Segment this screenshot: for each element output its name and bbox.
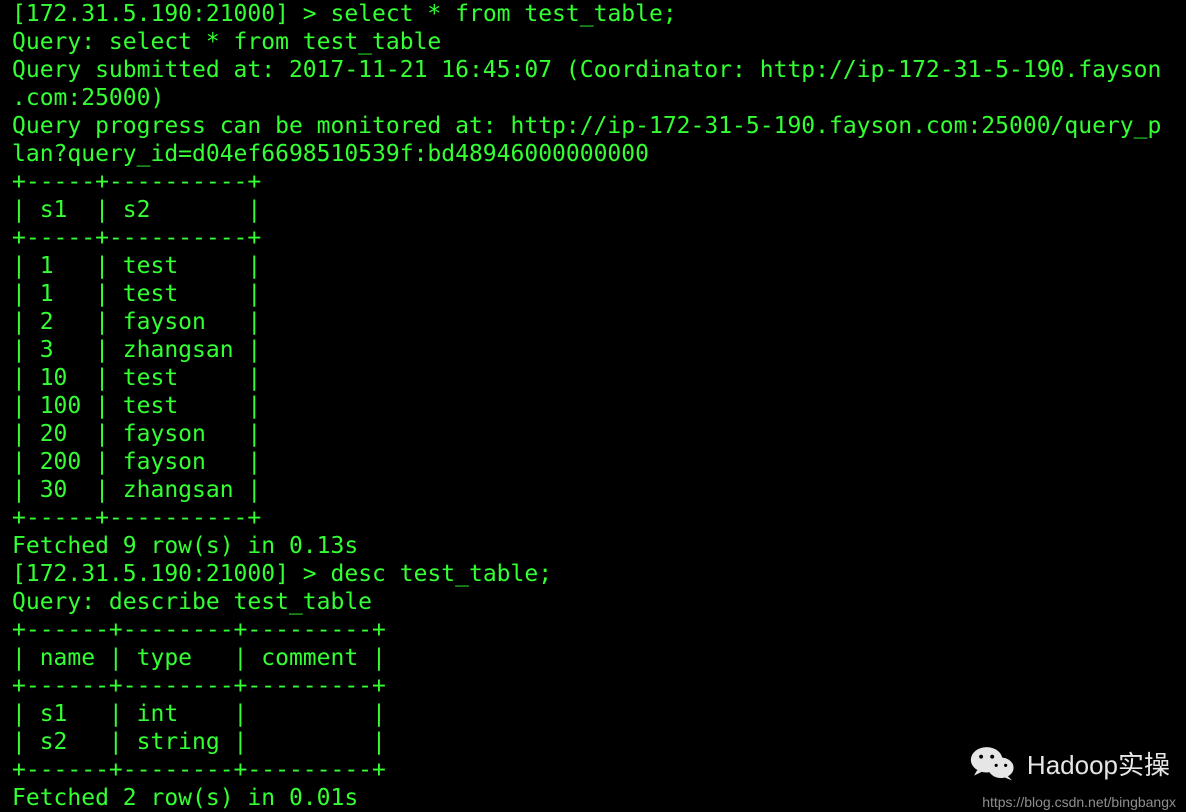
wechat-icon bbox=[969, 744, 1017, 782]
query-echo-1: Query: select * from test_table bbox=[12, 29, 441, 55]
command-2: desc test_table; bbox=[331, 561, 553, 587]
fetched-1: Fetched 9 row(s) in 0.13s bbox=[12, 533, 358, 559]
table2-border-bot: +------+--------+---------+ bbox=[12, 757, 386, 783]
query-submitted-1: Query submitted at: 2017-11-21 16:45:07 … bbox=[12, 57, 1161, 111]
table1-header: | s1 | s2 | bbox=[12, 197, 261, 223]
table1-border-top: +-----+----------+ bbox=[12, 169, 261, 195]
query-echo-2: Query: describe test_table bbox=[12, 589, 372, 615]
table2-header: | name | type | comment | bbox=[12, 645, 386, 671]
terminal-output[interactable]: [172.31.5.190:21000] > select * from tes… bbox=[0, 0, 1186, 812]
table1-rows: | 1 | test | | 1 | test | | 2 | fayson |… bbox=[12, 253, 261, 503]
watermark: Hadoop实操 bbox=[969, 744, 1170, 782]
prompt-sep: > bbox=[289, 1, 331, 27]
table1-border-bot: +-----+----------+ bbox=[12, 505, 261, 531]
table1-border-mid: +-----+----------+ bbox=[12, 225, 261, 251]
table2-border-mid: +------+--------+---------+ bbox=[12, 673, 386, 699]
prompt-host-2: [172.31.5.190:21000] bbox=[12, 561, 289, 587]
table2-rows: | s1 | int | | | s2 | string | | bbox=[12, 701, 386, 755]
fetched-2: Fetched 2 row(s) in 0.01s bbox=[12, 785, 358, 811]
command-1: select * from test_table; bbox=[331, 1, 677, 27]
attribution-url: https://blog.csdn.net/bingbangx bbox=[982, 794, 1176, 810]
prompt-sep-2: > bbox=[289, 561, 331, 587]
table2-border-top: +------+--------+---------+ bbox=[12, 617, 386, 643]
prompt-host: [172.31.5.190:21000] bbox=[12, 1, 289, 27]
watermark-text: Hadoop实操 bbox=[1027, 745, 1170, 782]
query-progress-1: Query progress can be monitored at: http… bbox=[12, 113, 1161, 167]
